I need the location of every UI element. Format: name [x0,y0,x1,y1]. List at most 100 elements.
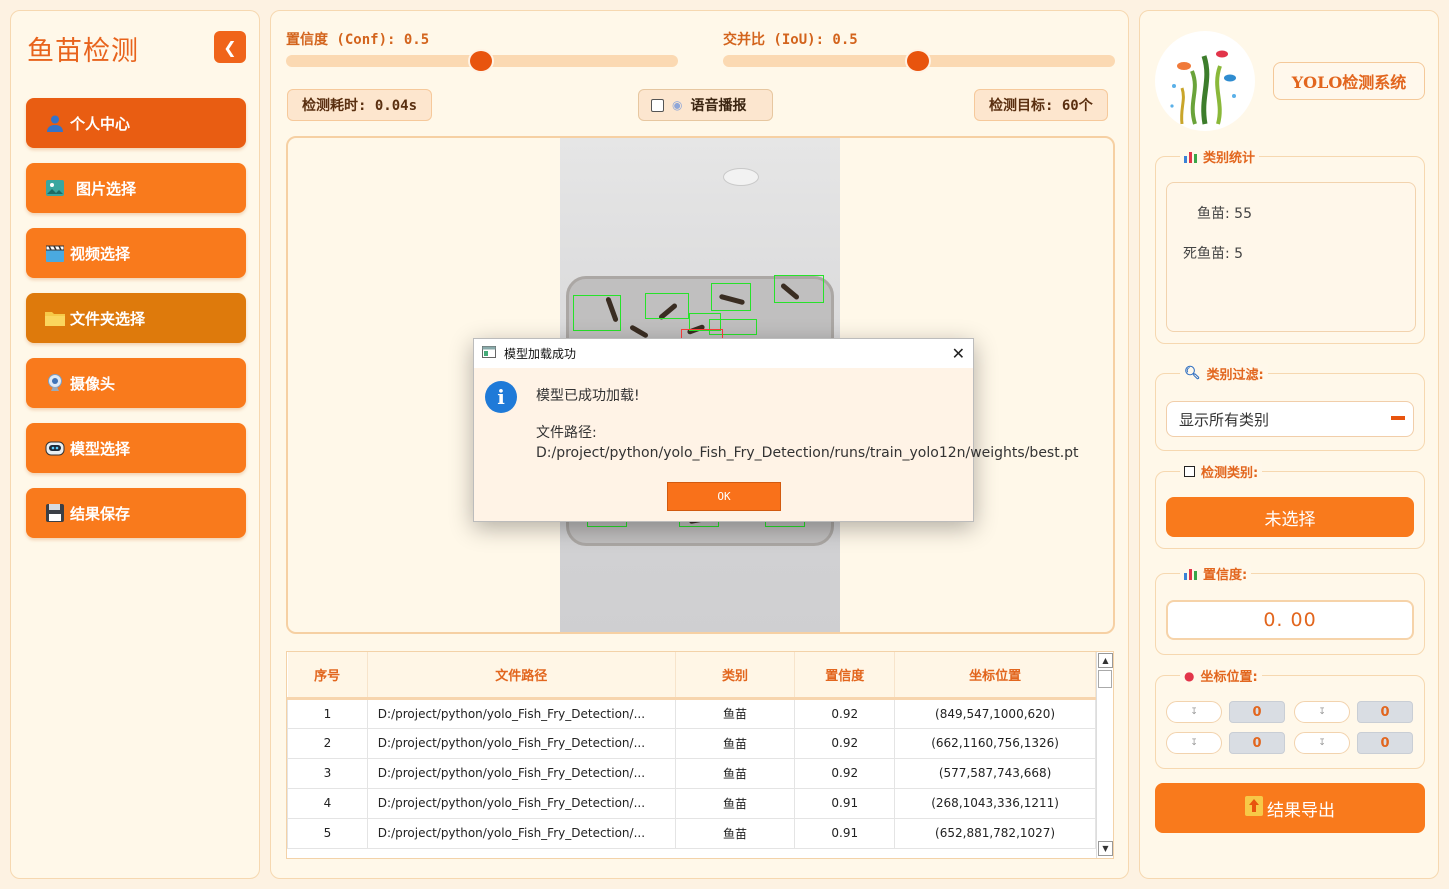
system-title: YOLO检测系统 [1273,62,1425,100]
class-filter-select[interactable]: 显示所有类别 [1166,401,1414,437]
nav-label: 个人中心 [70,114,131,133]
column-header[interactable]: 类别 [675,652,796,700]
user-icon [44,112,66,134]
folder-icon [44,307,66,329]
cell-index: 5 [287,817,368,849]
app-title: 鱼苗检测 [27,36,139,67]
scroll-up-arrow-icon[interactable]: ▲ [1098,653,1113,668]
table-row[interactable]: 3 D:/project/python/yolo_Fish_Fry_Detect… [287,757,1096,789]
cell-index: 3 [287,757,368,789]
pushpin-icon: ● [1184,668,1195,683]
table-scrollbar[interactable]: ▲ ▼ [1096,652,1113,858]
iou-slider[interactable] [723,49,1115,73]
xmax-value: 0 [1229,732,1285,754]
detect-class-group: 检测类别: 未选择 [1155,462,1425,549]
cell-coords: (662,1160,756,1326) [894,727,1096,759]
cell-coords: (849,547,1000,620) [894,697,1096,729]
coordinates-group: ● 坐标位置: ↧ 0 ↧ 0 ↧ 0 ↧ 0 [1155,666,1425,769]
cell-path: D:/project/python/yolo_Fish_Fry_Detectio… [366,727,676,759]
dialog-path: 文件路径: D:/project/python/yolo_Fish_Fry_De… [536,425,1079,461]
stat-fry-count: 鱼苗: 55 [1197,206,1252,222]
nav-image-select[interactable]: 图片选择 [26,163,246,213]
detection-count-chip: 检测目标: 60个 [974,89,1108,121]
app-logo [1155,31,1255,131]
nav-label: 视频选择 [70,244,131,263]
dialog-message: 模型已成功加载! [536,388,640,404]
water-outlet [723,168,759,186]
nav-save-results[interactable]: 结果保存 [26,488,246,538]
nav-video-select[interactable]: 视频选择 [26,228,246,278]
cell-index: 4 [287,787,368,819]
xmin-label: ↧ [1166,701,1222,723]
dialog-title: 模型加载成功 [504,347,577,361]
conf-slider-handle[interactable] [468,49,494,73]
cell-index: 1 [287,697,368,729]
clapperboard-icon [44,242,66,264]
table-row[interactable]: 5 D:/project/python/yolo_Fish_Fry_Detect… [287,817,1096,849]
iou-slider-handle[interactable] [905,49,931,73]
table-row[interactable]: 2 D:/project/python/yolo_Fish_Fry_Detect… [287,727,1096,759]
cell-path: D:/project/python/yolo_Fish_Fry_Detectio… [366,697,676,729]
upload-icon [1245,795,1263,821]
ymin-value: 0 [1357,701,1413,723]
cell-confidence: 0.92 [794,757,896,789]
xmax-label: ↧ [1166,732,1222,754]
cell-class: 鱼苗 [674,817,796,849]
scroll-down-arrow-icon[interactable]: ▼ [1098,841,1113,856]
cell-confidence: 0.92 [794,727,896,759]
nav-webcam[interactable]: 摄像头 [26,358,246,408]
conf-slider-label: 置信度 (Conf): 0.5 [286,32,430,48]
column-header[interactable]: 序号 [287,652,368,700]
conf-slider[interactable] [286,49,678,73]
table-row[interactable]: 1 D:/project/python/yolo_Fish_Fry_Detect… [287,697,1096,729]
nav-label: 结果保存 [70,504,131,523]
nav-label: 摄像头 [70,374,116,393]
ymax-value: 0 [1357,732,1413,754]
confidence-group: 置信度: 0. 00 [1155,564,1425,655]
robot-icon [44,437,66,459]
column-header[interactable]: 坐标位置 [894,652,1096,700]
cell-class: 鱼苗 [674,787,796,819]
scroll-thumb[interactable] [1098,670,1112,688]
voice-checkbox[interactable] [651,98,664,112]
cell-coords: (268,1043,336,1211) [894,787,1096,819]
nav-model-select[interactable]: 模型选择 [26,423,246,473]
results-table: 序号 文件路径 类别 置信度 坐标位置 1 D:/project/python/… [286,651,1114,859]
cell-class: 鱼苗 [674,697,796,729]
bar-chart-icon [1184,150,1197,163]
info-panel: YOLO检测系统 类别统计 鱼苗: 55 死鱼苗: 5 🔍︎ 类别过滤: 显示所… [1139,10,1439,879]
webcam-icon [44,372,66,394]
voice-broadcast-toggle[interactable]: ◉ 语音播报 [638,89,773,121]
search-icon: 🔍︎ [1184,366,1201,381]
stats-box: 鱼苗: 55 死鱼苗: 5 [1166,182,1416,332]
iou-slider-label: 交并比 (IoU): 0.5 [723,32,858,48]
nav-label: 图片选择 [76,179,137,198]
speaker-icon: ◉ [672,98,683,112]
bar-chart-icon [1184,567,1197,580]
column-header[interactable]: 置信度 [794,652,896,700]
chevron-left-icon: ❮ [223,37,237,57]
nav-personal-center[interactable]: 个人中心 [26,98,246,148]
cell-confidence: 0.91 [794,787,896,819]
table-header-row: 序号 文件路径 类别 置信度 坐标位置 [287,652,1096,700]
ok-button[interactable]: OK [667,482,781,511]
export-label: 结果导出 [1267,800,1335,821]
detect-class-button[interactable]: 未选择 [1166,497,1414,537]
filter-title: 类别过滤: [1206,368,1264,383]
column-header[interactable]: 文件路径 [367,652,676,700]
checkbox-icon [1184,466,1195,477]
cell-confidence: 0.91 [794,817,896,849]
nav-folder-select[interactable]: 文件夹选择 [26,293,246,343]
nav-label: 文件夹选择 [70,309,146,328]
export-results-button[interactable]: 结果导出 [1155,783,1425,833]
collapse-sidebar-button[interactable]: ❮ [214,31,246,63]
class-filter-value: 显示所有类别 [1179,410,1270,429]
coordinates-title: 坐标位置: [1200,670,1258,685]
cell-path: D:/project/python/yolo_Fish_Fry_Detectio… [366,787,676,819]
table-row[interactable]: 4 D:/project/python/yolo_Fish_Fry_Detect… [287,787,1096,819]
confidence-title: 置信度: [1203,568,1248,583]
filter-group: 🔍︎ 类别过滤: 显示所有类别 [1155,364,1425,451]
nav-label: 模型选择 [70,439,131,458]
close-icon[interactable]: ✕ [952,344,965,363]
dropdown-indicator-icon [1391,416,1405,420]
